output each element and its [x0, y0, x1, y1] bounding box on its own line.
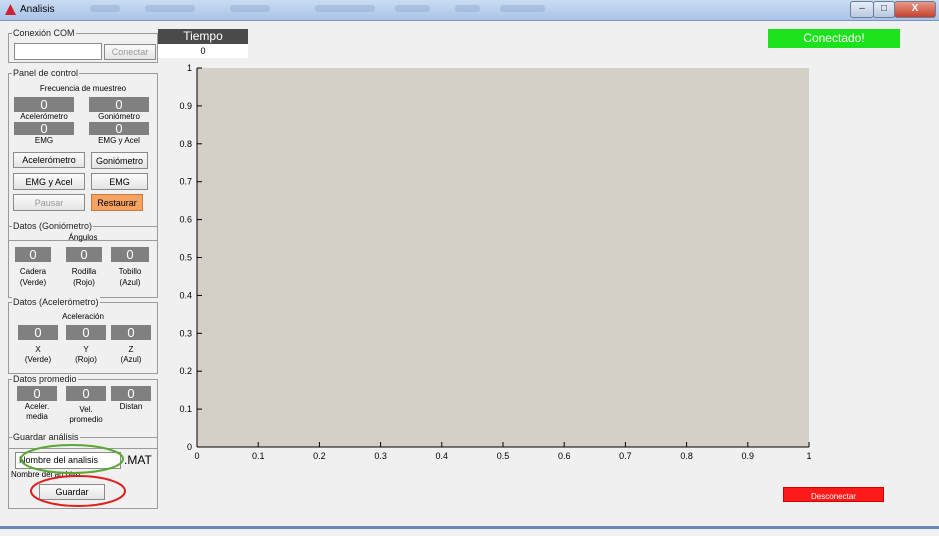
x-tick-label: 0.5	[497, 451, 510, 461]
plot-axes-area[interactable]	[197, 68, 809, 447]
y-tick-label: 0.5	[179, 253, 192, 263]
maximize-button[interactable]: □	[873, 1, 895, 18]
blurred-background-text	[90, 5, 120, 12]
y-tick-label: 0.6	[179, 215, 192, 225]
y-tick-label: 1	[187, 63, 192, 73]
x-tick-label: 0.4	[436, 451, 449, 461]
red-annotation-ellipse	[30, 475, 126, 507]
close-button[interactable]: X	[894, 1, 936, 18]
desconectar-button[interactable]: Desconectar	[783, 487, 884, 502]
x-tick-label: 0	[194, 451, 199, 461]
x-tick-label: 0.1	[252, 451, 265, 461]
y-tick-label: 0.7	[179, 177, 192, 187]
blurred-background-text	[145, 5, 195, 12]
blurred-background-text	[315, 5, 375, 12]
x-tick-label: 0.6	[558, 451, 571, 461]
data-plot[interactable]: 0 0.1 0.2 0.3 0.4 0.5 0.6 0.7 0.8 0.9 1 0 0.1 0.2 0.3 0…	[160, 56, 830, 471]
window-title: Analisis	[20, 4, 55, 15]
blurred-background-text	[395, 5, 430, 12]
connection-status-indicator: Conectado!	[768, 29, 900, 48]
y-tick-label: 0.8	[179, 139, 192, 149]
green-annotation-ellipse	[20, 444, 124, 474]
title-bar: Analisis – □ X	[0, 0, 939, 21]
y-tick-label: 0.4	[179, 290, 192, 300]
y-tick-label: 0.9	[179, 101, 192, 111]
x-tick-label: 0.3	[374, 451, 387, 461]
blurred-background-text	[500, 5, 545, 12]
y-tick-label: 0.1	[179, 404, 192, 414]
tiempo-header: Tiempo	[158, 29, 248, 44]
y-tick-label: 0	[187, 442, 192, 452]
blurred-background-text	[455, 5, 480, 12]
minimize-button[interactable]: –	[850, 1, 874, 18]
x-tick-label: 1	[806, 451, 811, 461]
matlab-app-icon	[5, 4, 16, 15]
figure-area: Conexión COM Conectar Panel de control F…	[0, 21, 939, 529]
x-tick-label: 0.9	[742, 451, 755, 461]
x-tick-label: 0.2	[313, 451, 326, 461]
blurred-background-text	[230, 5, 270, 12]
y-tick-label: 0.3	[179, 328, 192, 338]
x-tick-label: 0.8	[680, 451, 693, 461]
y-tick-label: 0.2	[179, 366, 192, 376]
x-tick-label: 0.7	[619, 451, 632, 461]
